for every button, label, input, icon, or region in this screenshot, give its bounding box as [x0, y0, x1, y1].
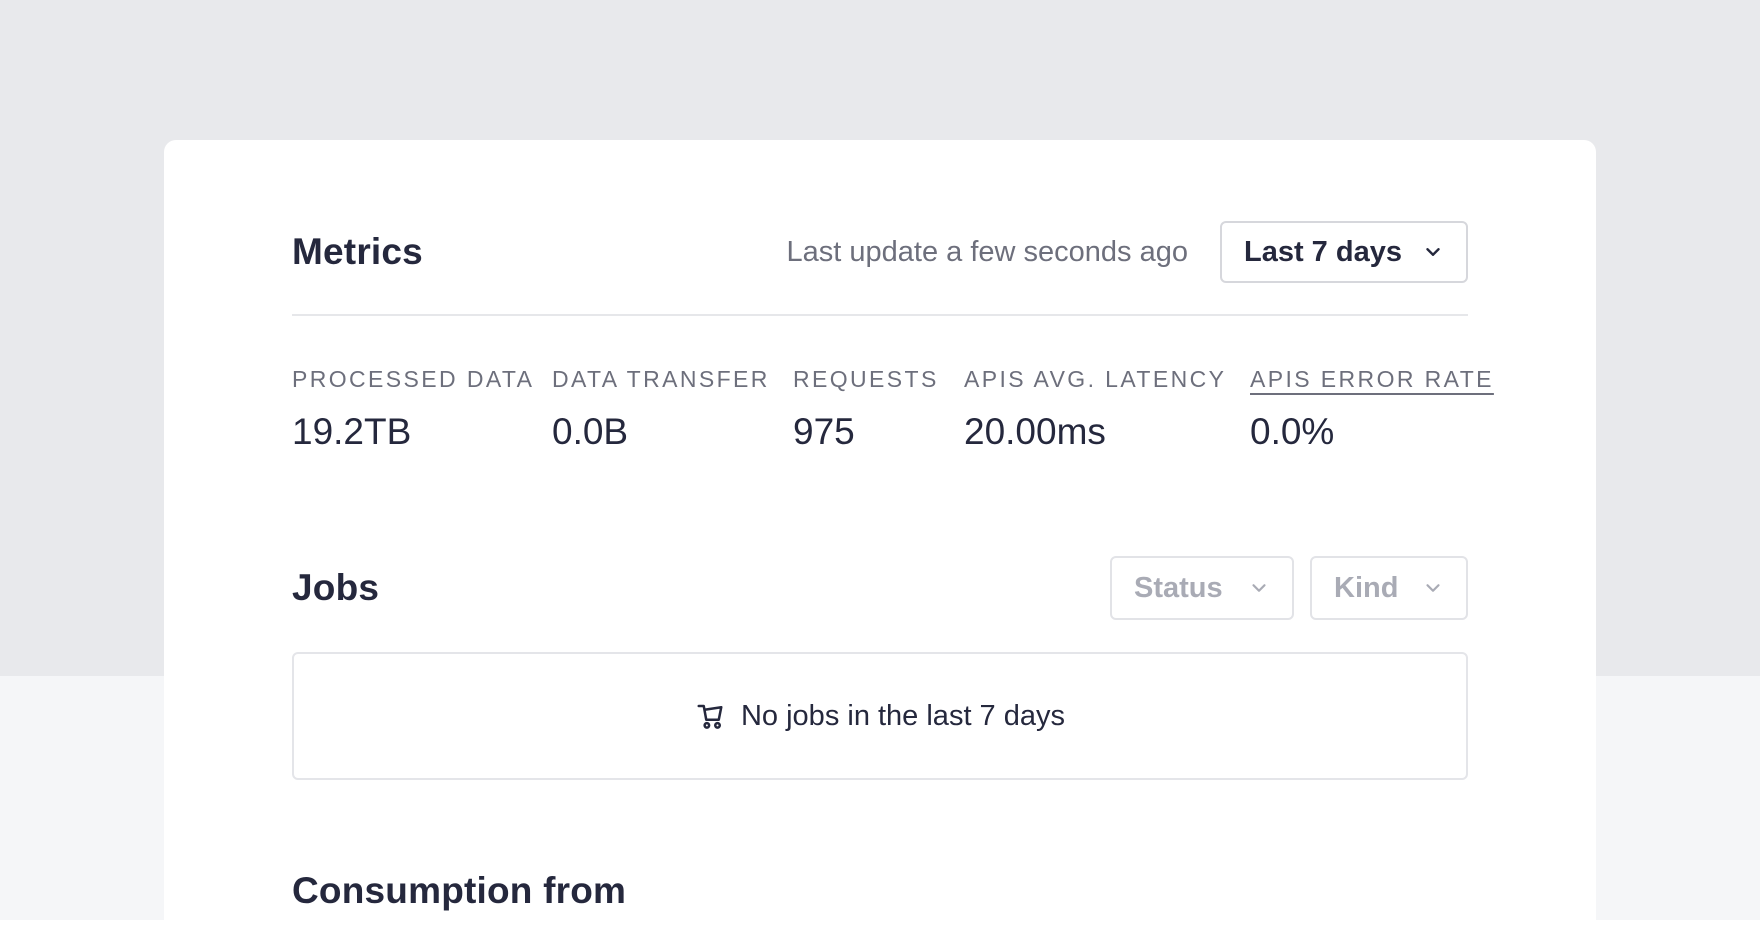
metrics-title: Metrics [292, 231, 423, 272]
metric-data-transfer: DATA TRANSFER 0.0B [552, 366, 770, 453]
metric-value: 975 [793, 411, 855, 452]
kind-filter-dropdown[interactable]: Kind [1310, 556, 1468, 620]
empty-state-message: No jobs in the last 7 days [740, 699, 1065, 732]
metric-label-link[interactable]: APIS ERROR RATE [1250, 366, 1494, 393]
consumption-title: Consumption from [292, 870, 627, 911]
metrics-header: Metrics Last update a few seconds ago La… [292, 220, 1468, 284]
header-divider [292, 314, 1468, 316]
metric-value: 19.2TB [292, 411, 412, 452]
status-filter-dropdown[interactable]: Status [1110, 556, 1294, 620]
metrics-card: Metrics Last update a few seconds ago La… [164, 140, 1596, 940]
metric-apis-error-rate: APIS ERROR RATE 0.0% [1250, 366, 1494, 453]
jobs-title: Jobs [292, 567, 380, 608]
cart-icon [697, 704, 723, 729]
metric-value: 0.0B [552, 411, 629, 452]
chevron-down-icon [1252, 584, 1266, 592]
metric-processed-data: PROCESSED DATA 19.2TB [292, 366, 534, 453]
status-filter-label: Status [1134, 571, 1223, 604]
chevron-down-icon [1426, 248, 1440, 256]
metrics-row: PROCESSED DATA 19.2TB DATA TRANSFER 0.0B… [292, 366, 1491, 476]
kind-filter-label: Kind [1334, 571, 1399, 604]
jobs-header: Jobs Status Kind [292, 556, 1468, 620]
date-range-label: Last 7 days [1244, 235, 1402, 268]
last-update-text: Last update a few seconds ago [786, 235, 1188, 268]
metric-requests: REQUESTS 975 [793, 366, 939, 453]
consumption-section: Consumption from [292, 870, 1468, 912]
metric-label: REQUESTS [793, 366, 939, 392]
metric-label: APIS AVG. LATENCY [964, 366, 1227, 392]
chevron-down-icon [1426, 584, 1440, 592]
metric-apis-avg-latency: APIS AVG. LATENCY 20.00ms [964, 366, 1226, 453]
metric-label: DATA TRANSFER [552, 366, 770, 392]
jobs-empty-state: No jobs in the last 7 days [292, 652, 1468, 780]
date-range-dropdown[interactable]: Last 7 days [1220, 221, 1468, 283]
metric-value: 20.00ms [964, 411, 1106, 452]
metric-label: PROCESSED DATA [292, 366, 535, 392]
metric-value: 0.0% [1250, 411, 1335, 452]
